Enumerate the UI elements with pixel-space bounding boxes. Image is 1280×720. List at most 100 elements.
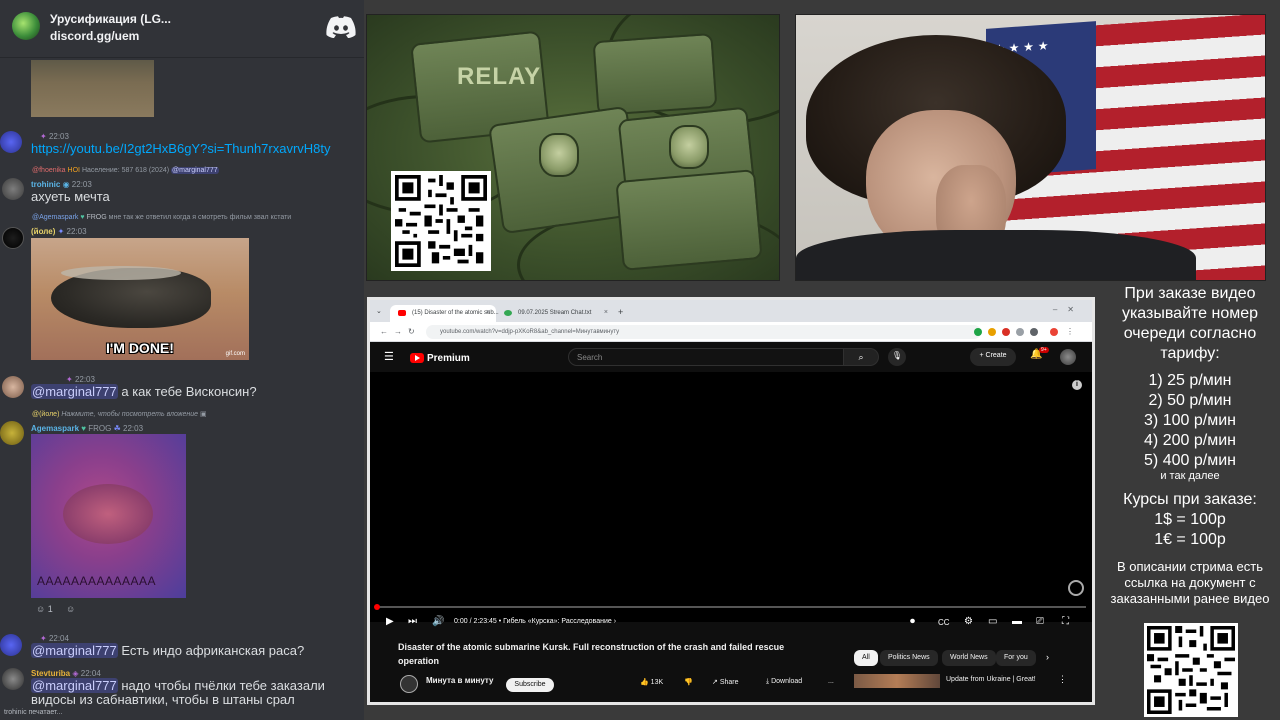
message-meta: trohinic ◉ 22:03: [31, 180, 92, 189]
back-arrow-icon[interactable]: ←: [380, 327, 388, 336]
chevron-right-icon[interactable]: ›: [1046, 652, 1049, 662]
reload-icon[interactable]: ↻: [408, 327, 415, 336]
chip-politics-news[interactable]: Politics News: [880, 650, 938, 666]
avatar[interactable]: [0, 634, 22, 656]
volume-icon[interactable]: 🔊: [432, 616, 444, 627]
menu-kebab-icon[interactable]: ⋮: [1066, 327, 1074, 336]
message-meta: (йоле) ✦ 22:03: [31, 227, 87, 236]
gif-watermark: gif.com: [225, 351, 245, 357]
create-button[interactable]: + Create: [970, 348, 1016, 366]
watch-later-icon[interactable]: [1068, 580, 1084, 596]
tab-strip: ⌄ (15) Disaster of the atomic sub... × 0…: [370, 300, 1092, 322]
address-bar[interactable]: youtube.com/watch?v=ddjp-pXKoR8&ab_chann…: [426, 325, 981, 339]
qr-code[interactable]: [1144, 623, 1238, 717]
message-text: @marginal777 а как тебе Висконсин?: [31, 384, 257, 399]
message-time: ✦ 22:03: [40, 132, 69, 141]
browser-toolbar: ← → ↻ youtube.com/watch?v=ddjp-pXKoR8&ab…: [370, 322, 1092, 342]
reply-preview[interactable]: @fhoenika HOI Население: 587 618 (2024) …: [32, 167, 219, 174]
recommended-title[interactable]: Update from Ukraine | Great!: [946, 676, 1036, 683]
extension-icon[interactable]: [974, 328, 982, 336]
youtube-favicon-icon: [398, 310, 406, 316]
share-button[interactable]: ↗ Share: [712, 678, 739, 692]
video-player[interactable]: i ▶ ⏭ 🔊 0:00 / 2:23:45 • Гибель «Курска»…: [370, 372, 1092, 627]
youtube-logo-icon[interactable]: [410, 353, 424, 363]
reply-preview[interactable]: @Agemaspark ♥ FROG мне так же ответил ко…: [32, 214, 291, 221]
progress-bar[interactable]: [376, 606, 1086, 608]
discord-chat-panel: Урусификация (LG... discord.gg/uem ✦ 22:…: [0, 0, 364, 720]
download-label: Download: [771, 678, 803, 685]
like-button[interactable]: 👍 13K: [640, 678, 663, 692]
youtube-page: ☰ Premium Search ⌕ 🎙 + Create 🔔 9+ i ▶ ⏭: [370, 342, 1092, 702]
reaction-pill[interactable]: ☺ 1: [36, 604, 53, 614]
channel-avatar[interactable]: [400, 675, 418, 693]
play-icon[interactable]: ▶: [386, 616, 394, 627]
cast-icon[interactable]: ⎚: [1036, 616, 1044, 627]
relay-artwork: RELAY: [366, 14, 780, 281]
search-input[interactable]: Search: [568, 348, 871, 366]
search-icon[interactable]: ⌕: [843, 348, 879, 366]
scrubber-handle[interactable]: [374, 604, 380, 610]
attachment-image[interactable]: [31, 60, 154, 117]
thumbs-down-icon[interactable]: 👎: [684, 678, 693, 692]
extension-icon[interactable]: [1030, 328, 1038, 336]
chapter-title[interactable]: Гибель «Курска»: Расследование: [503, 618, 612, 625]
theater-mode-icon[interactable]: ▬: [1012, 616, 1022, 627]
image-caption: AAAAAAAAAAAAAA: [37, 574, 157, 588]
thumbs-up-icon: 👍: [640, 679, 649, 686]
reply-preview[interactable]: @(йоле) Нажмите, чтобы посмотреть вложен…: [32, 410, 207, 418]
avatar[interactable]: [0, 131, 22, 153]
avatar[interactable]: [0, 421, 24, 445]
hamburger-menu-icon[interactable]: ☰: [384, 350, 394, 363]
tab-label: 09.07.2025 Stream Chat.txt: [518, 310, 592, 316]
recommended-thumbnail[interactable]: [854, 674, 940, 688]
avatar[interactable]: [2, 668, 24, 690]
profile-icon[interactable]: [1050, 328, 1058, 336]
add-reaction-icon[interactable]: ☺: [66, 604, 75, 614]
new-tab-button[interactable]: +: [618, 307, 623, 317]
next-icon[interactable]: ⏭: [408, 616, 417, 627]
tab-stream-chat[interactable]: 09.07.2025 Stream Chat.txt ×: [496, 305, 614, 322]
avatar[interactable]: [2, 227, 24, 249]
order-info-panel: При заказе видео указывайте номер очеред…: [1100, 284, 1280, 720]
youtube-link[interactable]: https://youtu.be/I2gt2HxB6gY?si=Thunh7rx…: [31, 141, 331, 156]
chip-for-you[interactable]: For you: [996, 650, 1036, 666]
captions-icon[interactable]: CC: [938, 618, 950, 627]
autoplay-toggle-icon[interactable]: ⏺: [910, 616, 915, 627]
more-actions-button[interactable]: ...: [828, 678, 834, 692]
face-emblem: [539, 133, 579, 177]
close-tab-icon[interactable]: ×: [486, 309, 490, 316]
tab-search-icon[interactable]: ⌄: [376, 307, 382, 315]
close-tab-icon[interactable]: ×: [604, 309, 608, 316]
download-icon: ⤓: [766, 678, 770, 685]
download-button[interactable]: ⤓ Download: [766, 678, 802, 692]
avatar[interactable]: [2, 376, 24, 398]
extension-icon[interactable]: [988, 328, 996, 336]
fullscreen-icon[interactable]: ⛶: [1062, 616, 1069, 627]
gif-attachment[interactable]: I'M DONE! gif.com: [31, 238, 249, 360]
qr-code[interactable]: [391, 171, 491, 271]
microphone-icon[interactable]: 🎙: [888, 348, 906, 366]
channel-name[interactable]: Минута в минуту: [426, 676, 493, 685]
avatar[interactable]: [2, 178, 24, 200]
forward-arrow-icon[interactable]: →: [394, 327, 402, 336]
server-invite-link[interactable]: discord.gg/uem: [50, 29, 139, 43]
image-attachment[interactable]: AAAAAAAAAAAAAA: [31, 434, 186, 598]
tab-youtube[interactable]: (15) Disaster of the atomic sub... ×: [390, 305, 499, 322]
window-controls[interactable]: –✕: [1053, 305, 1084, 314]
device: [615, 169, 763, 271]
youtube-brand[interactable]: Premium: [427, 353, 470, 364]
extension-icon[interactable]: [1002, 328, 1010, 336]
settings-gear-icon[interactable]: ⚙: [964, 616, 973, 627]
chip-all[interactable]: All: [854, 650, 878, 666]
info-icon[interactable]: i: [1072, 380, 1082, 390]
server-header[interactable]: Урусификация (LG... discord.gg/uem: [0, 0, 364, 58]
more-vert-icon[interactable]: ⋮: [1058, 674, 1067, 685]
account-avatar[interactable]: [1060, 349, 1076, 365]
share-icon: ↗: [712, 679, 718, 686]
miniplayer-icon[interactable]: ▭: [988, 616, 997, 627]
subscribe-button[interactable]: Subscribe: [506, 678, 554, 692]
extension-icon[interactable]: [1016, 328, 1024, 336]
chip-world-news[interactable]: World News: [942, 650, 996, 666]
like-count: 13K: [650, 679, 664, 686]
badger-stripe: [61, 266, 181, 280]
